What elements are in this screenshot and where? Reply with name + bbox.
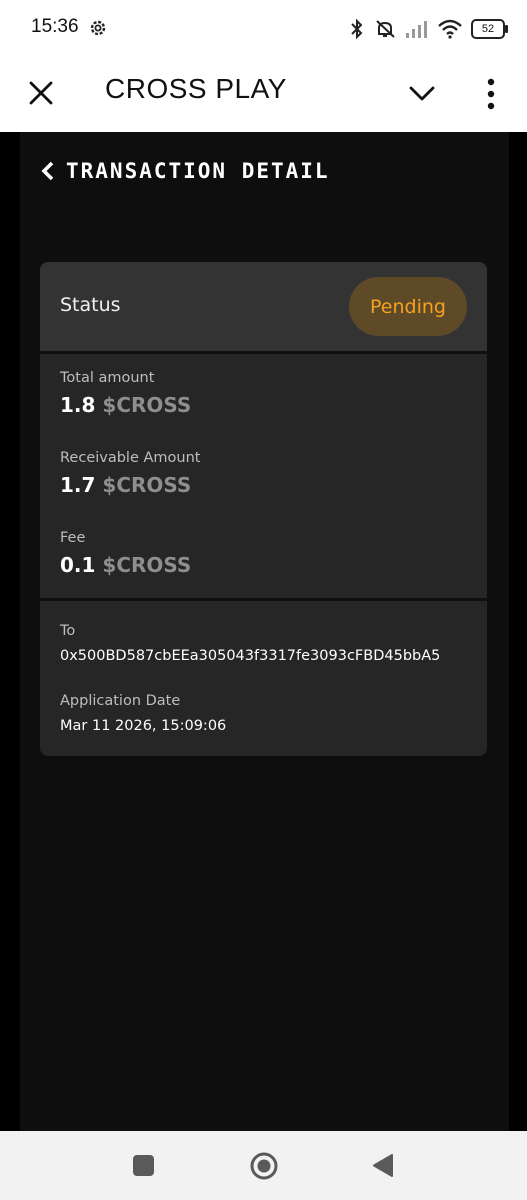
status-time: 15:36 <box>31 16 79 37</box>
recents-square-icon[interactable] <box>133 1155 154 1176</box>
receivable-amount-currency: $CROSS <box>102 473 192 497</box>
status-row: Status Pending <box>40 262 487 351</box>
status-label: Status <box>60 294 121 316</box>
receivable-amount-number: 1.7 <box>60 473 96 497</box>
back-triangle-icon[interactable] <box>372 1153 394 1178</box>
fee-number: 0.1 <box>60 553 96 577</box>
to-label: To <box>60 623 76 639</box>
system-nav-bar <box>0 1131 527 1200</box>
receivable-amount-label: Receivable Amount <box>60 450 201 466</box>
webview-content: TRANSACTION DETAIL Status Pending Total … <box>20 132 509 1131</box>
application-date-label: Application Date <box>60 693 181 709</box>
divider <box>40 351 487 354</box>
battery-icon: 52 <box>471 19 508 39</box>
battery-level: 52 <box>481 23 495 35</box>
total-amount-currency: $CROSS <box>102 393 192 417</box>
app-bar: CROSS PLAY <box>0 58 527 132</box>
application-date-value: Mar 11 2026, 15:09:06 <box>60 718 227 734</box>
status-value: Pending <box>370 295 446 318</box>
fee-label: Fee <box>60 530 86 546</box>
total-amount-value: 1.8 $CROSS <box>60 393 191 417</box>
total-amount-number: 1.8 <box>60 393 96 417</box>
signal-icon <box>406 21 427 38</box>
total-amount-label: Total amount <box>60 370 155 386</box>
page-title: TRANSACTION DETAIL <box>66 159 330 183</box>
fee-value: 0.1 $CROSS <box>60 553 191 577</box>
back-chevron-icon[interactable] <box>40 160 56 182</box>
mute-icon <box>376 20 395 38</box>
more-vertical-icon[interactable] <box>478 74 504 114</box>
fee-currency: $CROSS <box>102 553 192 577</box>
settings-gear-icon <box>90 20 106 36</box>
receivable-amount-value: 1.7 $CROSS <box>60 473 191 497</box>
home-circle-icon[interactable] <box>250 1152 278 1180</box>
chevron-down-icon[interactable] <box>405 78 439 108</box>
close-icon[interactable] <box>24 76 58 110</box>
divider <box>40 598 487 601</box>
bluetooth-icon <box>351 18 363 40</box>
app-title: CROSS PLAY <box>105 73 287 104</box>
page-header[interactable]: TRANSACTION DETAIL <box>40 156 330 186</box>
to-address: 0x500BD587cbEEa305043f3317fe3093cFBD45bb… <box>60 648 441 664</box>
transaction-card: Status Pending Total amount 1.8 $CROSS R… <box>40 262 487 756</box>
status-bar: 15:36 52 <box>0 0 527 58</box>
wifi-icon <box>438 19 462 39</box>
status-badge: Pending <box>349 277 467 336</box>
